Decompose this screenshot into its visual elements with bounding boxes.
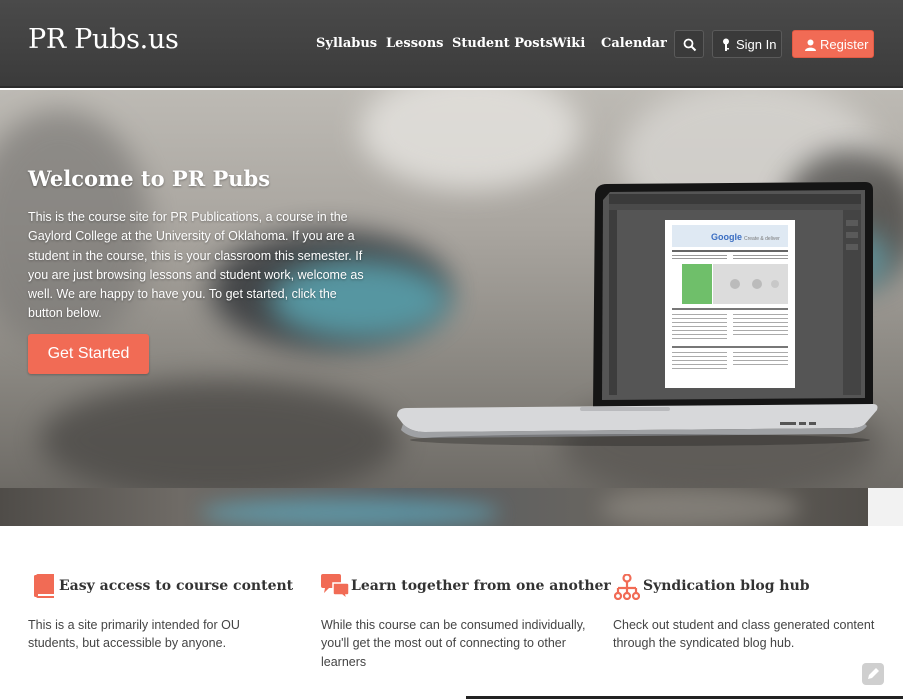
pencil-icon bbox=[868, 668, 879, 679]
bg-blur bbox=[40, 380, 400, 488]
feature-title: Syndication blog hub bbox=[643, 578, 810, 594]
nav-calendar[interactable]: Calendar bbox=[601, 36, 667, 51]
search-icon bbox=[683, 38, 697, 52]
sign-in-label: Sign In bbox=[736, 37, 777, 52]
edit-button[interactable] bbox=[862, 663, 884, 685]
bg-blur bbox=[200, 498, 500, 526]
sign-in-button[interactable]: Sign In bbox=[712, 30, 782, 58]
key-icon bbox=[723, 38, 729, 51]
user-icon bbox=[805, 39, 816, 51]
hero-description: This is the course site for PR Publicati… bbox=[28, 210, 364, 321]
nav-student-posts[interactable]: Student Posts bbox=[452, 36, 553, 51]
nav-lessons[interactable]: Lessons bbox=[386, 36, 444, 51]
feature-text: This is a site primarily intended for OU… bbox=[28, 618, 240, 651]
book-icon bbox=[34, 574, 54, 598]
nav-wiki[interactable]: Wiki bbox=[552, 36, 585, 51]
strip-edge bbox=[868, 488, 903, 526]
feature-text: While this course can be consumed indivi… bbox=[321, 618, 586, 669]
feature-title: Easy access to course content bbox=[59, 578, 294, 594]
register-label: Register bbox=[820, 37, 869, 52]
doc-subheading: Create & deliver bbox=[744, 236, 780, 242]
doc-heading: Google bbox=[711, 232, 742, 242]
get-started-button[interactable]: Get Started bbox=[28, 334, 149, 374]
chat-icon bbox=[321, 574, 350, 600]
hero-banner: Welcome to PR Pubs This is the course si… bbox=[0, 90, 903, 488]
search-button[interactable] bbox=[674, 30, 704, 58]
hero-bottom-strip bbox=[0, 488, 903, 526]
register-button[interactable]: Register bbox=[792, 30, 874, 58]
hero-title: Welcome to PR Pubs bbox=[28, 166, 271, 191]
feature-title: Learn together from one another bbox=[351, 578, 611, 594]
network-icon bbox=[614, 574, 640, 600]
bg-blur bbox=[360, 90, 580, 190]
site-header: PR Pubs.us Syllabus Lessons Student Post… bbox=[0, 0, 903, 88]
nav-syllabus[interactable]: Syllabus bbox=[316, 36, 377, 51]
bg-blur bbox=[600, 488, 800, 526]
feature-text: Check out student and class generated co… bbox=[613, 618, 875, 651]
laptop-illustration: Google Create & deliver bbox=[397, 182, 878, 446]
